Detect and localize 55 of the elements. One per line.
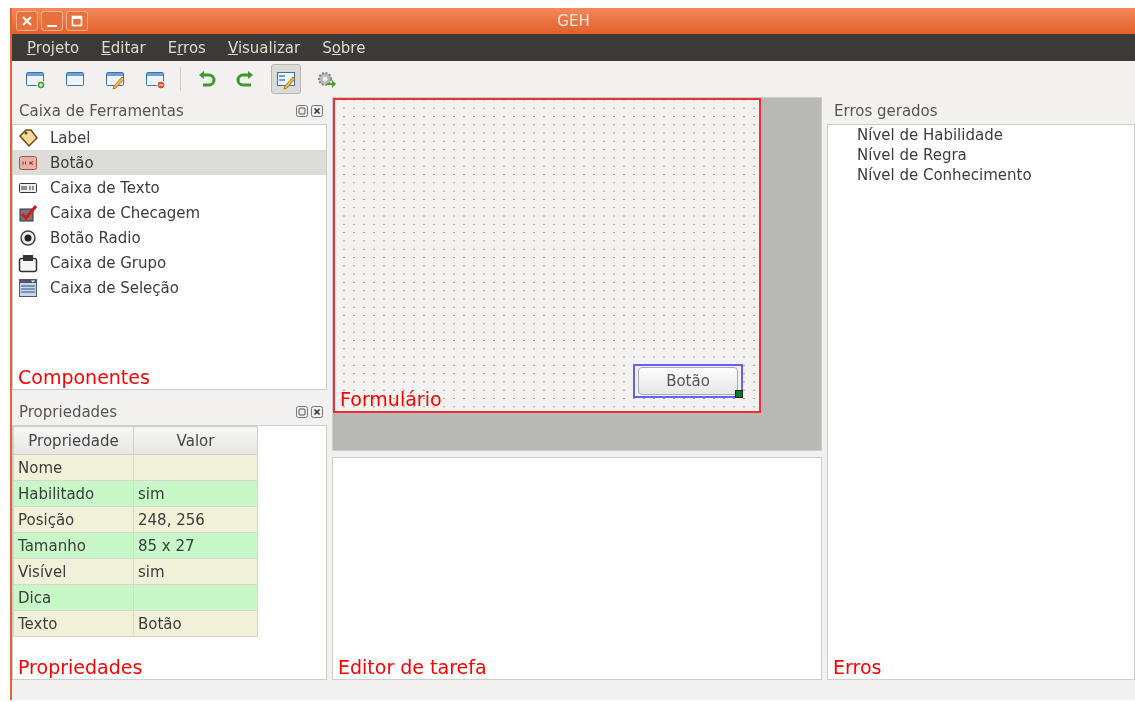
panel-title: Caixa de Ferramentas bbox=[19, 101, 184, 120]
checkbox-icon bbox=[18, 202, 38, 223]
table-cell: Visível bbox=[13, 558, 134, 585]
window-title: GEH bbox=[557, 12, 590, 30]
close-icon bbox=[21, 15, 33, 27]
close-icon[interactable] bbox=[311, 405, 323, 418]
group-box-icon bbox=[18, 252, 38, 273]
menu-item[interactable]: Erros bbox=[167, 38, 206, 57]
column-header[interactable]: Propriedade bbox=[13, 426, 134, 455]
toolbar-button[interactable] bbox=[271, 64, 301, 94]
table-cell: sim bbox=[133, 558, 258, 585]
table-cell: Tamanho bbox=[13, 532, 134, 559]
annotation-label: Componentes bbox=[18, 366, 150, 388]
table-cell: 85 x 27 bbox=[133, 532, 258, 559]
table-cell: Habilitado bbox=[13, 480, 134, 507]
close-button[interactable] bbox=[16, 11, 38, 31]
annotation-label: Propriedades bbox=[18, 656, 143, 678]
tree-item[interactable]: Nível de Regra bbox=[828, 146, 1134, 166]
menu-item[interactable]: Sobre bbox=[322, 38, 366, 57]
minimize-button[interactable] bbox=[41, 11, 63, 31]
toolbox-item[interactable]: Label bbox=[13, 125, 326, 150]
tree-item[interactable]: Nível de Conhecimento bbox=[828, 166, 1134, 186]
resize-handle[interactable] bbox=[735, 390, 743, 398]
toolbox-item[interactable]: Botão bbox=[13, 150, 326, 175]
annotation-label: Formulário bbox=[340, 388, 442, 410]
maximize-button[interactable] bbox=[66, 11, 88, 31]
table-cell: 248, 256 bbox=[133, 506, 258, 533]
menu-item[interactable]: Projeto bbox=[27, 38, 80, 57]
table-cell: Posição bbox=[13, 506, 134, 533]
close-icon[interactable] bbox=[311, 104, 323, 117]
panel-title: Propriedades bbox=[19, 402, 118, 421]
annotation-label: Editor de tarefa bbox=[338, 656, 487, 678]
table-cell: Botão bbox=[133, 610, 258, 637]
table-cell: sim bbox=[133, 480, 258, 507]
panel-title: Erros gerados bbox=[834, 101, 938, 120]
menu-item[interactable]: Visualizar bbox=[227, 38, 301, 57]
toolbox-item[interactable]: Botão Radio bbox=[13, 225, 326, 250]
minimize-icon bbox=[47, 24, 57, 27]
menu-item[interactable]: Editar bbox=[101, 38, 146, 57]
maximize-icon bbox=[71, 15, 83, 27]
radio-icon bbox=[18, 227, 38, 248]
toolbox-item[interactable]: Caixa de Texto bbox=[13, 175, 326, 200]
table-cell: Texto bbox=[13, 610, 134, 637]
float-icon[interactable] bbox=[296, 104, 308, 117]
toolbox-item[interactable]: Caixa de Grupo bbox=[13, 250, 326, 275]
tag-icon bbox=[18, 127, 38, 148]
toolbox-item[interactable]: Caixa de Checagem bbox=[13, 200, 326, 225]
table-cell: Nome bbox=[13, 454, 134, 481]
tree-item[interactable]: Nível de Habilidade bbox=[828, 126, 1134, 146]
table-cell: Dica bbox=[13, 584, 134, 611]
combo-box-icon bbox=[18, 277, 38, 298]
toolbox-item[interactable]: Caixa de Seleção bbox=[13, 275, 326, 300]
annotation-label: Erros bbox=[833, 656, 882, 678]
float-icon[interactable] bbox=[296, 405, 308, 418]
column-header[interactable]: Valor bbox=[133, 426, 258, 455]
